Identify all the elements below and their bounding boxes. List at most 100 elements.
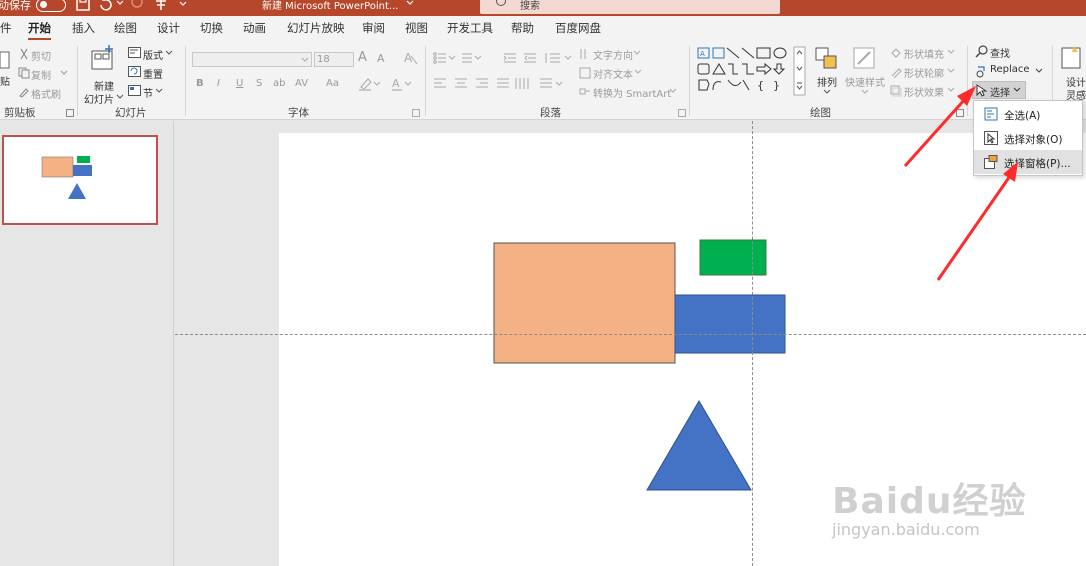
section-button[interactable]: 节 [143, 85, 153, 100]
copy-icon[interactable] [18, 67, 30, 79]
tab-animations[interactable]: 动画 [243, 20, 266, 36]
menu-item-selection-pane[interactable]: 选择窗格(P)... [974, 150, 1082, 174]
cut-button[interactable]: 剪切 [31, 48, 51, 63]
customize-toolbar-icon[interactable] [178, 0, 188, 11]
text-direction-button[interactable]: 文字方向 [593, 47, 633, 62]
copy-dropdown-icon[interactable] [60, 68, 68, 78]
replace-button[interactable]: Replace [990, 64, 1030, 75]
tab-transitions[interactable]: 切换 [200, 20, 223, 36]
find-button[interactable]: 查找 [990, 45, 1010, 60]
title-dropdown-icon[interactable] [405, 0, 415, 11]
italic-button[interactable]: I [217, 78, 220, 89]
paste-label[interactable]: 贴 [0, 73, 10, 88]
select-dropdown-menu: 全选(A) 选择对象(O) 选择窗格(P)... [973, 100, 1083, 176]
shape-outline-button[interactable]: 形状轮廓 [904, 65, 944, 80]
undo-icon[interactable] [98, 0, 114, 11]
copy-button[interactable]: 复制 [31, 67, 51, 82]
tab-developer[interactable]: 开发工具 [447, 20, 493, 36]
designer-icon[interactable] [1060, 46, 1084, 72]
reset-icon[interactable] [128, 66, 141, 78]
font-launcher-icon[interactable] [412, 109, 420, 117]
underline-button[interactable]: U [236, 78, 243, 89]
presenter-icon[interactable] [154, 0, 168, 11]
highlight-color-icon[interactable] [358, 77, 380, 91]
tab-slideshow[interactable]: 幻灯片放映 [287, 20, 345, 36]
orange-rectangle[interactable] [493, 242, 676, 364]
font-color-icon[interactable]: A [391, 77, 413, 91]
menu-item-label: 选择对象(O) [1004, 134, 1063, 146]
quick-styles-icon[interactable] [852, 46, 878, 72]
tab-file[interactable]: 件 [0, 20, 12, 36]
tab-view[interactable]: 视图 [405, 20, 428, 36]
section-icon[interactable] [128, 85, 141, 97]
shapes-gallery[interactable]: A { } [697, 46, 807, 96]
arrange-icon[interactable] [814, 46, 840, 72]
layout-icon[interactable] [128, 47, 141, 59]
font-shrink-button[interactable]: A [377, 52, 385, 65]
tab-draw[interactable]: 绘图 [114, 20, 137, 36]
format-painter-button[interactable]: 格式刷 [31, 86, 61, 101]
vertical-guide[interactable] [752, 121, 753, 566]
font-name-dropdown[interactable] [192, 52, 312, 67]
menu-item-select-all[interactable]: 全选(A) [974, 102, 1082, 126]
font-size-dropdown[interactable]: 18 [314, 52, 354, 67]
tab-help[interactable]: 帮助 [511, 20, 534, 36]
arrange-label[interactable]: 排列 [817, 74, 837, 89]
tab-design[interactable]: 设计 [157, 20, 180, 36]
layout-button[interactable]: 版式 [143, 47, 163, 62]
slide-thumbnail-panel[interactable] [0, 121, 174, 566]
replace-icon[interactable] [975, 64, 989, 78]
blue-triangle[interactable] [646, 400, 752, 491]
quick-styles-label[interactable]: 快速样式 [845, 74, 885, 89]
slide-thumbnail-1[interactable] [2, 135, 158, 225]
align-buttons-row [434, 78, 563, 89]
save-icon[interactable] [76, 0, 90, 11]
clear-formatting-icon[interactable]: A [402, 50, 418, 66]
shape-fill-icon[interactable] [890, 47, 902, 59]
paragraph-launcher-icon[interactable] [678, 109, 686, 117]
green-rectangle[interactable] [699, 239, 767, 276]
autosave-label: 动保存 [0, 0, 31, 12]
horizontal-guide[interactable] [175, 334, 1086, 335]
tab-home[interactable]: 开始 [28, 20, 51, 40]
find-icon[interactable] [975, 45, 989, 59]
undo-dropdown-icon[interactable] [116, 0, 124, 11]
drawing-group-label: 绘图 [810, 107, 831, 119]
text-direction-icon[interactable] [579, 48, 591, 60]
format-painter-icon[interactable] [18, 86, 30, 98]
ribbon: 贴 剪切 复制 格式刷 剪贴板 新建 幻灯片 版式 重置 节 幻灯片 18 A … [0, 40, 1086, 120]
shape-effects-icon[interactable] [890, 85, 902, 97]
select-button[interactable]: 选择 [972, 81, 1026, 99]
new-slide-label-2[interactable]: 幻灯片 [84, 91, 114, 106]
paste-icon[interactable] [0, 50, 10, 70]
character-spacing-button[interactable]: AV [295, 78, 308, 89]
layout-dropdown-icon[interactable] [165, 48, 173, 58]
bold-button[interactable]: B [196, 78, 204, 89]
shape-outline-icon[interactable] [890, 66, 902, 78]
new-slide-icon[interactable] [90, 45, 116, 73]
shape-effects-button[interactable]: 形状效果 [904, 84, 944, 99]
convert-smartart-button[interactable]: 转换为 SmartArt [593, 85, 671, 100]
font-grow-button[interactable]: A [358, 50, 367, 65]
blue-rectangle[interactable] [674, 294, 786, 354]
smartart-icon[interactable] [579, 86, 591, 98]
clipboard-launcher-icon[interactable] [66, 109, 74, 117]
cut-icon[interactable] [18, 48, 30, 60]
tab-baidu-netdisk[interactable]: 百度网盘 [555, 20, 601, 36]
new-slide-dropdown-icon[interactable] [116, 92, 124, 102]
tab-review[interactable]: 审阅 [362, 20, 385, 36]
menu-item-select-objects[interactable]: 选择对象(O) [974, 126, 1082, 150]
shape-fill-button[interactable]: 形状填充 [904, 46, 944, 61]
drawing-launcher-icon[interactable] [956, 109, 964, 117]
tab-insert[interactable]: 插入 [72, 20, 95, 36]
strikethrough-button[interactable]: S [256, 78, 262, 89]
reset-button[interactable]: 重置 [143, 66, 163, 81]
section-dropdown-icon[interactable] [155, 86, 163, 96]
align-text-icon[interactable] [579, 67, 591, 79]
change-case-button[interactable]: Aa [326, 78, 339, 89]
autosave-toggle[interactable] [36, 0, 66, 12]
redo-icon[interactable] [130, 0, 144, 10]
search-box[interactable]: 搜索 [480, 0, 780, 14]
align-text-button[interactable]: 对齐文本 [593, 66, 633, 81]
shadow-button[interactable]: ab [273, 78, 285, 89]
